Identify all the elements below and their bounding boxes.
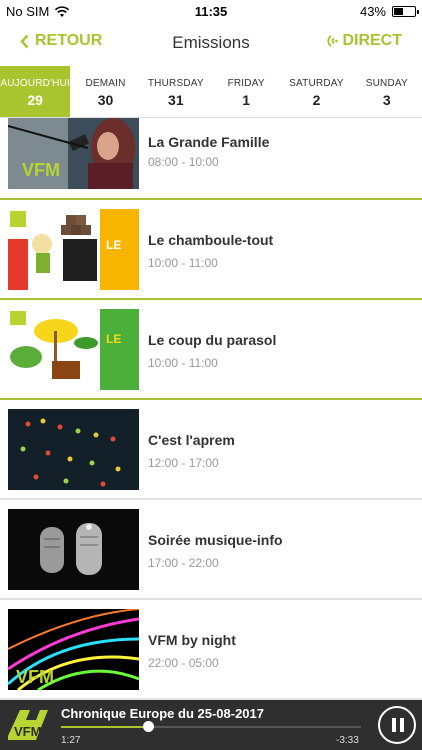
show-list: VFM La Grande Famille 08:00 - 10:00 LE L… — [0, 118, 422, 700]
show-time: 17:00 - 22:00 — [148, 556, 219, 570]
tab-day-number: 30 — [97, 92, 114, 108]
clock: 11:35 — [194, 4, 228, 19]
direct-label: DIRECT — [342, 32, 402, 49]
show-title: Le coup du parasol — [148, 332, 277, 348]
tab-day-name: SATURDAY — [289, 78, 344, 89]
tab-sunday[interactable]: SUNDAY 3 — [352, 66, 422, 117]
show-thumbnail — [8, 409, 139, 490]
tab-saturday[interactable]: SATURDAY 2 — [281, 66, 351, 117]
direct-button[interactable]: DIRECT — [326, 32, 402, 50]
show-thumbnail: VFM — [8, 118, 139, 189]
tab-day-number: 31 — [168, 92, 184, 108]
tab-day-name: FRIDAY — [227, 78, 265, 89]
tab-day-name: AUJOURD'HUI — [0, 78, 70, 89]
show-time: 08:00 - 10:00 — [148, 155, 219, 169]
tab-friday[interactable]: FRIDAY 1 — [211, 66, 281, 117]
show-time: 10:00 - 11:00 — [148, 256, 218, 270]
show-thumbnail: LE — [8, 309, 139, 390]
battery-icon — [392, 6, 419, 17]
pause-icon — [392, 718, 396, 732]
mixing-desk-photo — [8, 409, 139, 490]
show-row[interactable]: Soirée musique-info 17:00 - 22:00 — [0, 500, 422, 600]
show-title: Le chamboule-tout — [148, 232, 274, 248]
show-row[interactable]: VFM La Grande Famille 08:00 - 10:00 — [0, 118, 422, 200]
show-row[interactable]: LE Le coup du parasol 10:00 - 11:00 — [0, 300, 422, 400]
svg-text:LE: LE — [106, 332, 121, 346]
battery-percent: 43% — [359, 4, 386, 19]
svg-text:VFM: VFM — [22, 160, 60, 180]
radio-logo: VFM — [8, 710, 48, 740]
elapsed-time: 1:27 — [61, 735, 81, 746]
progress-fill — [61, 726, 148, 728]
progress-track[interactable] — [61, 721, 361, 732]
show-thumbnail: LE — [8, 209, 139, 290]
show-row[interactable]: LE Le chamboule-tout 10:00 - 11:00 — [0, 200, 422, 300]
svg-text:VFM: VFM — [16, 667, 54, 687]
show-time: 10:00 - 11:00 — [148, 356, 218, 370]
now-playing-title: Chronique Europe du 25-08-2017 — [61, 706, 264, 721]
show-thumbnail: VFM — [8, 609, 139, 690]
night-lights-artwork: VFM — [8, 609, 139, 690]
tab-day-number: 3 — [382, 92, 391, 108]
tab-thursday[interactable]: THURSDAY 31 — [141, 66, 211, 117]
show-title: C'est l'aprem — [148, 432, 235, 448]
tab-day-number: 2 — [312, 92, 321, 108]
show-row[interactable]: C'est l'aprem 12:00 - 17:00 — [0, 400, 422, 500]
pause-button[interactable] — [378, 706, 416, 744]
tab-today[interactable]: AUJOURD'HUI 29 — [0, 66, 71, 117]
tab-day-name: DEMAIN — [85, 78, 126, 89]
chamboule-tout-artwork: LE — [8, 209, 139, 290]
show-title: Soirée musique-info — [148, 532, 283, 548]
progress-knob[interactable] — [143, 721, 154, 732]
show-time: 12:00 - 17:00 — [148, 456, 219, 470]
day-tabs: AUJOURD'HUI 29 DEMAIN 30 THURSDAY 31 FRI… — [0, 66, 422, 118]
show-thumbnail — [8, 509, 139, 590]
show-title: La Grande Famille — [148, 134, 270, 150]
microphone-photo — [8, 509, 139, 590]
show-title: VFM by night — [148, 632, 236, 648]
parasol-artwork: LE — [8, 309, 139, 390]
status-bar: No SIM 11:35 43% — [0, 0, 422, 22]
tab-day-number: 1 — [242, 92, 251, 108]
studio-photo: VFM — [8, 118, 139, 189]
svg-text:LE: LE — [106, 238, 121, 252]
tab-day-name: THURSDAY — [147, 78, 204, 89]
show-time: 22:00 - 05:00 — [148, 656, 219, 670]
tab-day-number: 29 — [27, 92, 43, 108]
tab-tomorrow[interactable]: DEMAIN 30 — [70, 66, 140, 117]
battery-level — [394, 8, 403, 15]
logo-text: VFM — [14, 724, 41, 739]
show-row[interactable]: VFM VFM by night 22:00 - 05:00 — [0, 600, 422, 700]
broadcast-icon — [327, 35, 339, 47]
remaining-time: -3:33 — [336, 735, 359, 746]
mini-player: VFM Chronique Europe du 25-08-2017 1:27 … — [0, 700, 422, 750]
tab-day-name: SUNDAY — [365, 78, 408, 89]
navigation-bar: RETOUR Emissions DIRECT — [0, 22, 422, 66]
